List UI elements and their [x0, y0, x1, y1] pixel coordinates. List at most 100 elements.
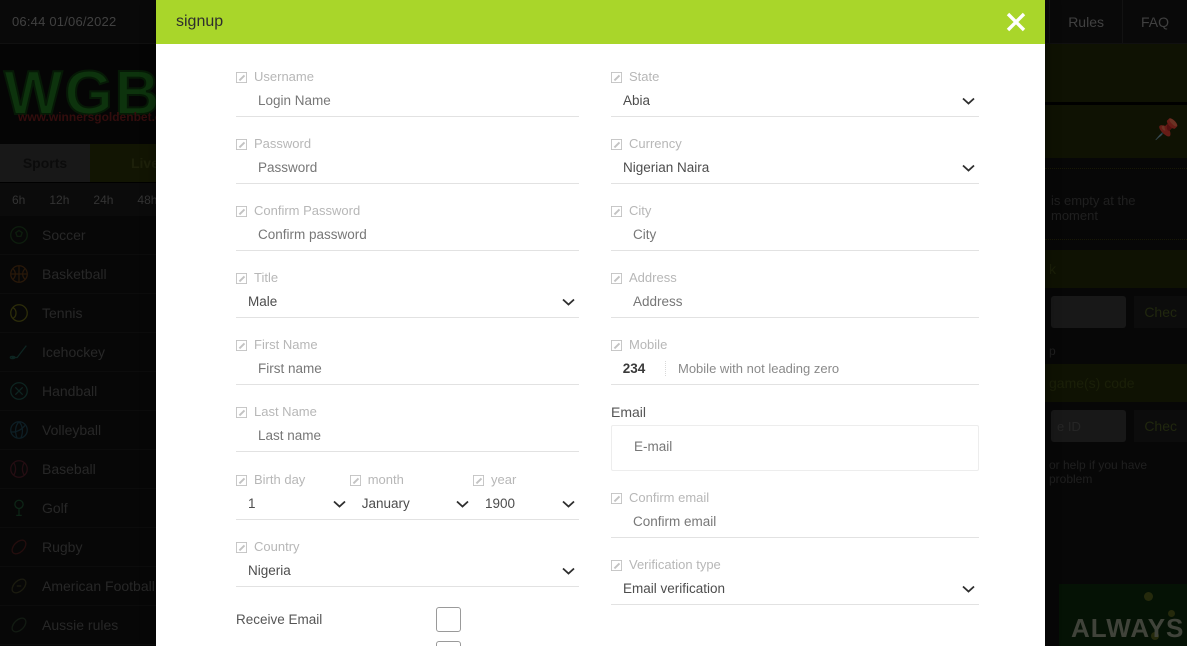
field-password: Password Password	[236, 137, 579, 184]
label-last-name: Last Name	[236, 405, 579, 419]
chevron-down-icon	[562, 500, 575, 508]
edit-icon	[236, 541, 247, 553]
modal-title: signup	[176, 13, 224, 30]
label-text: Username	[254, 69, 314, 84]
signup-modal: signup Username Login Name Password Pass…	[156, 0, 1045, 646]
chevron-down-icon	[962, 97, 975, 105]
currency-select-value: Nigerian Naira	[623, 160, 710, 175]
label-text: year	[491, 472, 517, 487]
label-email: Email	[611, 405, 979, 419]
close-icon[interactable]	[1003, 9, 1029, 35]
screen: 06:44 01/06/2022 ct Us Rules FAQ WGB www…	[0, 0, 1187, 646]
last-name-input[interactable]: Last name	[236, 428, 579, 452]
chevron-down-icon	[562, 298, 575, 306]
city-input[interactable]: City	[611, 227, 979, 251]
field-last-name: Last Name Last name	[236, 405, 579, 452]
label-country: Country	[236, 540, 579, 554]
label-text: Email	[611, 404, 647, 420]
field-address: Address Address	[611, 271, 979, 318]
edit-icon	[611, 272, 622, 284]
field-state: State Abia	[611, 70, 979, 117]
label-text: month	[367, 472, 404, 487]
label-password: Password	[236, 137, 579, 151]
label-username: Username	[236, 70, 579, 84]
chevron-down-icon	[333, 500, 346, 508]
email-input[interactable]: E-mail	[611, 425, 979, 471]
label-text: Birth day	[254, 472, 306, 487]
field-country: Country Nigeria	[236, 540, 579, 587]
state-select-value: Abia	[623, 93, 651, 108]
field-mobile: Mobile 234 Mobile with not leading zero	[611, 338, 979, 385]
receive-email-row: Receive Email	[236, 607, 579, 632]
label-state: State	[611, 70, 979, 84]
field-username: Username Login Name	[236, 70, 579, 117]
edit-icon	[236, 138, 247, 150]
country-select[interactable]: Nigeria	[236, 563, 579, 587]
field-confirm-password: Confirm Password Confirm password	[236, 204, 579, 251]
terms-row	[236, 641, 579, 646]
birth-month-select[interactable]: January	[350, 496, 473, 511]
edit-icon	[611, 205, 622, 217]
edit-icon	[611, 138, 622, 150]
username-input[interactable]: Login Name	[236, 93, 579, 117]
edit-icon	[236, 272, 247, 284]
birth-year-select[interactable]: 1900	[473, 496, 579, 511]
state-select[interactable]: Abia	[611, 93, 979, 117]
label-mobile: Mobile	[611, 338, 979, 352]
mobile-number-input[interactable]: Mobile with not leading zero	[666, 361, 839, 376]
label-text: Last Name	[254, 404, 317, 419]
label-text: Confirm Password	[254, 203, 361, 218]
birth-date-labels: Birth day month year	[236, 472, 579, 487]
form-column-right: State Abia Currency Nigerian Naira City …	[600, 70, 1044, 646]
label-confirm-password: Confirm Password	[236, 204, 579, 218]
signup-form: Username Login Name Password Password Co…	[156, 44, 1045, 646]
address-input[interactable]: Address	[611, 294, 979, 318]
label-text: First Name	[254, 337, 318, 352]
edit-icon	[349, 474, 361, 486]
title-select[interactable]: Male	[236, 294, 579, 318]
edit-icon	[611, 492, 622, 504]
form-column-left: Username Login Name Password Password Co…	[156, 70, 600, 646]
first-name-input[interactable]: First name	[236, 361, 579, 385]
chevron-down-icon	[456, 500, 469, 508]
birth-day-select[interactable]: 1	[236, 496, 350, 511]
receive-email-checkbox[interactable]	[436, 607, 461, 632]
confirm-email-input[interactable]: Confirm email	[611, 514, 979, 538]
label-text: Title	[254, 270, 279, 285]
label-verification-type: Verification type	[611, 558, 979, 572]
label-text: Currency	[629, 136, 682, 151]
chevron-down-icon	[562, 567, 575, 575]
label-text: Verification type	[629, 557, 721, 572]
label-birth-day: Birth day	[236, 472, 350, 487]
mobile-input-group: 234 Mobile with not leading zero	[611, 361, 979, 385]
label-text: Address	[629, 270, 677, 285]
edit-icon	[236, 406, 247, 418]
label-first-name: First Name	[236, 338, 579, 352]
country-select-value: Nigeria	[248, 563, 291, 578]
receive-email-label: Receive Email	[236, 612, 323, 627]
edit-icon	[236, 205, 247, 217]
edit-icon	[236, 71, 247, 83]
label-confirm-email: Confirm email	[611, 491, 979, 505]
edit-icon	[611, 71, 622, 83]
mobile-country-code[interactable]: 234	[611, 361, 666, 376]
birth-month-value: January	[361, 496, 410, 511]
field-first-name: First Name First name	[236, 338, 579, 385]
birth-year-value: 1900	[485, 496, 516, 511]
currency-select[interactable]: Nigerian Naira	[611, 160, 979, 184]
edit-icon	[236, 339, 247, 351]
modal-header: signup	[156, 0, 1045, 44]
label-birth-month: month	[349, 472, 473, 487]
edit-icon	[236, 474, 247, 486]
label-title: Title	[236, 271, 579, 285]
chevron-down-icon	[962, 585, 975, 593]
terms-checkbox[interactable]	[436, 641, 461, 646]
verification-type-select[interactable]: Email verification	[611, 581, 979, 605]
confirm-password-input[interactable]: Confirm password	[236, 227, 579, 251]
birth-day-value: 1	[248, 496, 256, 511]
password-input[interactable]: Password	[236, 160, 579, 184]
label-currency: Currency	[611, 137, 979, 151]
field-verification-type: Verification type Email verification	[611, 558, 979, 605]
label-birth-year: year	[473, 472, 579, 487]
label-text: Mobile	[629, 337, 668, 352]
